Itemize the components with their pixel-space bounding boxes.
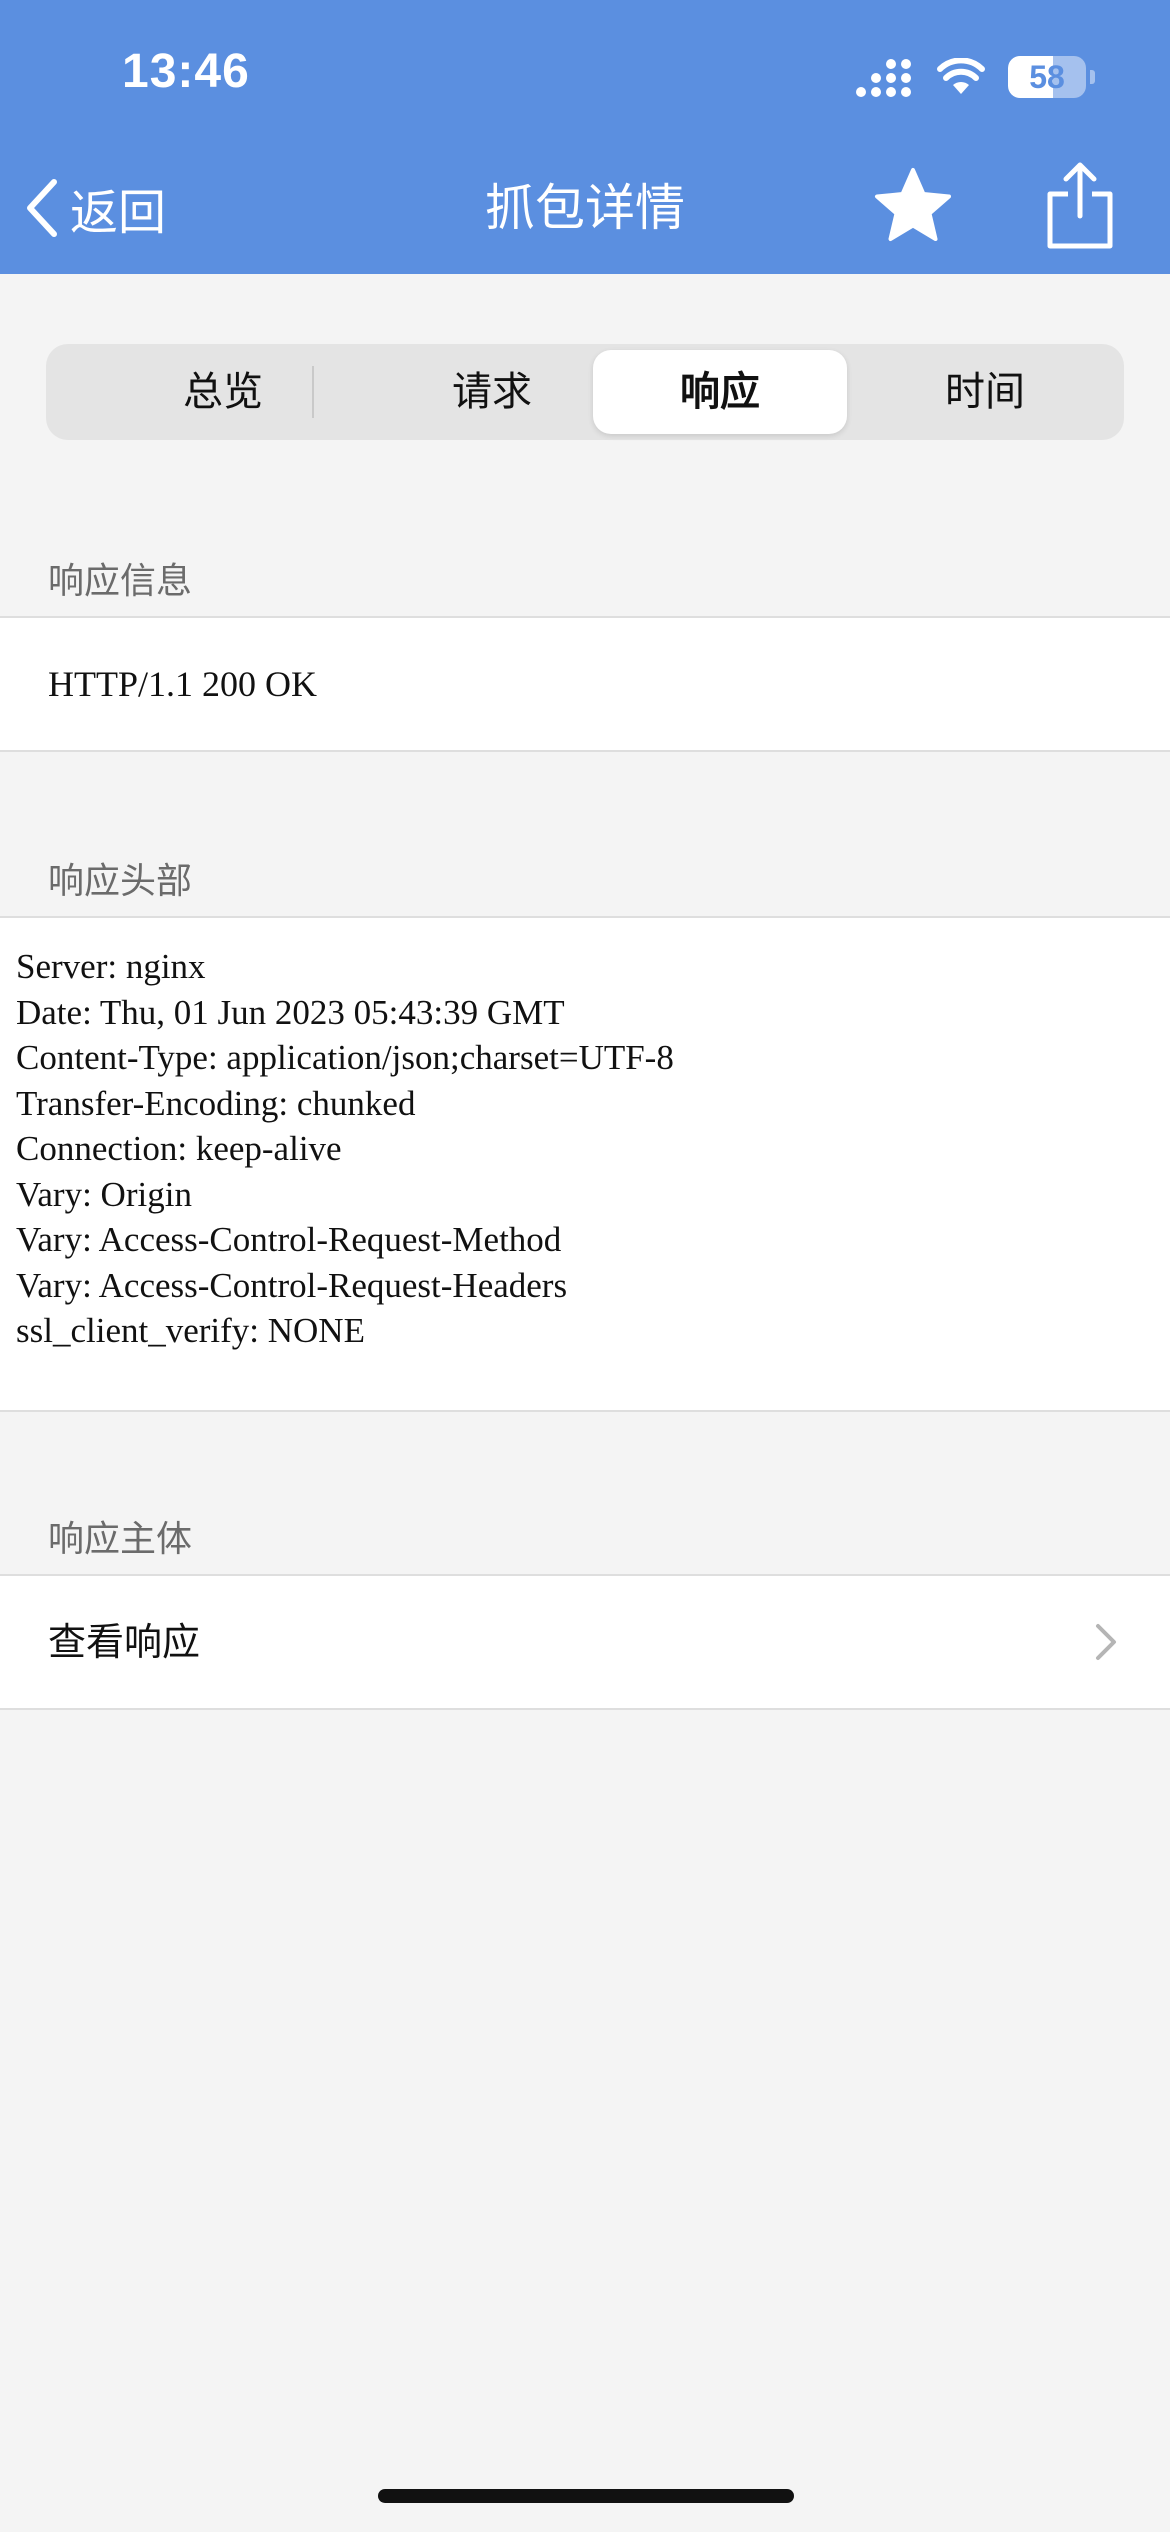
star-icon[interactable] xyxy=(872,166,954,248)
status-line: HTTP/1.1 200 OK xyxy=(48,664,317,704)
section-header-response-body: 响应主体 xyxy=(48,1519,193,1560)
status-time: 13:46 xyxy=(122,45,250,98)
response-headers-cell: Server: nginx Date: Thu, 01 Jun 2023 05:… xyxy=(0,916,1170,1412)
segment-divider xyxy=(312,366,314,418)
header-line: Transfer-Encoding: chunked xyxy=(16,1083,416,1123)
header: 13:46 58 返回 抓包详情 xyxy=(0,0,1170,274)
battery-body: 58 xyxy=(1008,56,1086,98)
home-indicator[interactable] xyxy=(378,2489,794,2503)
header-line: Server: nginx xyxy=(16,947,206,986)
header-line: Vary: Origin xyxy=(16,1174,192,1214)
wifi-icon xyxy=(937,58,985,94)
headers-list: Server: nginx Date: Thu, 01 Jun 2023 05:… xyxy=(16,944,674,1354)
response-info-cell: HTTP/1.1 200 OK xyxy=(0,616,1170,752)
battery-level: 58 xyxy=(1029,59,1065,95)
header-line: Vary: Access-Control-Request-Method xyxy=(16,1220,562,1259)
battery-icon: 58 xyxy=(1008,56,1095,98)
header-line: Vary: Access-Control-Request-Headers xyxy=(16,1265,568,1305)
back-label: 返回 xyxy=(70,185,167,241)
view-response-row[interactable]: 查看响应 xyxy=(0,1574,1170,1710)
tab-timing[interactable]: 时间 xyxy=(858,350,1112,434)
tab-request[interactable]: 请求 xyxy=(365,350,619,434)
page-title: 抓包详情 xyxy=(485,179,685,237)
back-button[interactable]: 返回 xyxy=(20,168,166,248)
header-line: ssl_client_verify: NONE xyxy=(16,1311,365,1350)
chevron-left-icon xyxy=(27,179,57,237)
header-line: Content-Type: application/json;charset=U… xyxy=(16,1038,674,1077)
chevron-right-icon xyxy=(1096,1624,1116,1660)
screen: 13:46 58 返回 抓包详情 总览 请求 响应 时间 响应信息 HTTP/1… xyxy=(0,0,1170,2532)
header-line: Connection: keep-alive xyxy=(16,1129,342,1168)
segmented-control: 总览 请求 响应 时间 xyxy=(46,344,1124,440)
battery-nub xyxy=(1090,70,1095,84)
section-header-response-headers: 响应头部 xyxy=(48,861,193,902)
signal-icon xyxy=(856,59,911,97)
section-header-response-info: 响应信息 xyxy=(48,561,193,602)
share-icon[interactable] xyxy=(1042,160,1118,252)
header-line: Date: Thu, 01 Jun 2023 05:43:39 GMT xyxy=(16,992,565,1032)
tab-response[interactable]: 响应 xyxy=(593,350,847,434)
view-response-label: 查看响应 xyxy=(48,1620,201,1664)
